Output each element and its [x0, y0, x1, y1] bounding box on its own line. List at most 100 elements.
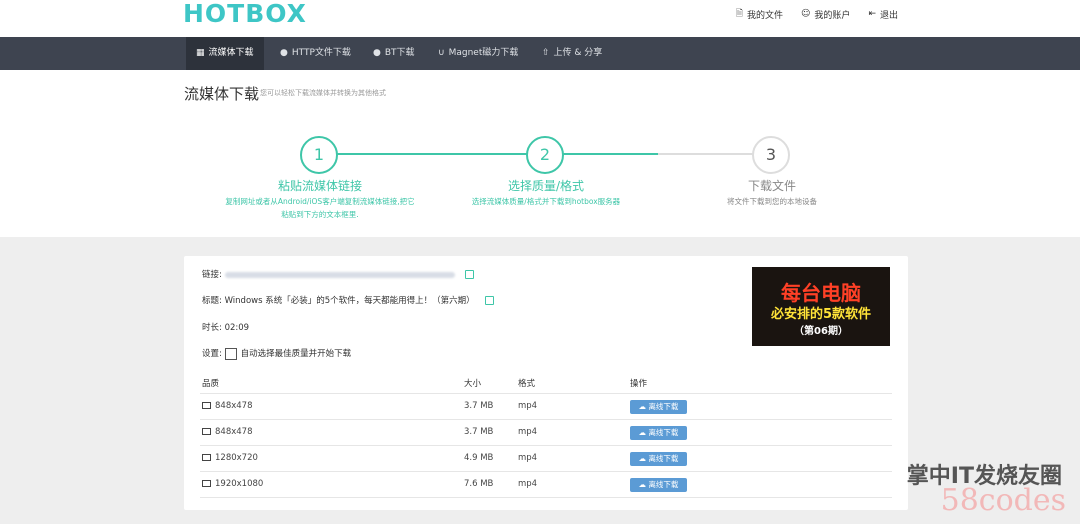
main-nav: ▦ 流媒体下载 ● HTTP文件下载 ● BT下载 ∪ Magnet磁力下载 ⇧… — [0, 37, 1080, 70]
duration-row: 时长: 02:09 — [202, 321, 249, 333]
divider — [200, 445, 892, 446]
user-icon: ● — [280, 48, 288, 58]
title-row: 标题: Windows 系统「必装」的5个软件，每天都能用得上！（第六期） — [202, 294, 495, 306]
thumbnail-line1: 每台电脑 — [781, 281, 861, 305]
step-1-desc: 复制网址或者从Android/iOS客户端复制流媒体链接,把它 粘贴到下方的文本… — [200, 195, 440, 221]
file-icon: 🗎 — [735, 9, 744, 19]
button-label: 离线下载 — [648, 428, 679, 437]
my-account-label: 我的账户 — [814, 10, 851, 21]
header: HOTBOX 🗎 我的文件 ☺ 我的账户 ⇤ 退出 — [0, 0, 1080, 37]
divider — [200, 471, 892, 472]
title-label: 标题: — [202, 296, 222, 306]
nav-item-label: HTTP文件下载 — [291, 48, 351, 58]
quality-value: 848x478 — [215, 427, 253, 437]
quality-value: 848x478 — [215, 401, 253, 411]
logout-link[interactable]: ⇤ 退出 — [868, 6, 898, 22]
page-title: 流媒体下载 — [184, 85, 260, 103]
users-icon: ● — [373, 48, 381, 58]
duration-label: 时长: — [202, 323, 222, 333]
step-3-title: 下载文件 — [747, 179, 796, 193]
nav-item-http[interactable]: ● HTTP文件下载 — [270, 37, 361, 70]
size-cell: 3.7 MB — [464, 401, 494, 411]
step-1-title: 粘贴流媒体链接 — [277, 179, 362, 193]
copy-title-icon[interactable] — [485, 296, 495, 305]
format-cell: mp4 — [518, 453, 538, 463]
header-links: 🗎 我的文件 ☺ 我的账户 ⇤ 退出 — [736, 6, 898, 22]
col-format-header: 格式 — [518, 379, 536, 389]
link-label: 链接: — [202, 270, 222, 280]
nav-item-label: 上传 & 分享 — [553, 48, 603, 58]
logout-icon: ⇤ — [868, 9, 876, 19]
step-3-desc: 将文件下载到您的本地设备 — [727, 197, 817, 206]
quality-cell: 848x478 — [202, 401, 252, 411]
step-connector-2b — [658, 153, 754, 155]
nav-item-label: 流媒体下载 — [208, 48, 254, 58]
step-connector-2a — [562, 153, 658, 155]
step-1-circle: 1 — [300, 136, 338, 174]
size-cell: 4.9 MB — [464, 453, 494, 463]
format-cell: mp4 — [518, 479, 538, 489]
film-icon — [202, 402, 211, 409]
quality-cell: 1920x1080 — [202, 479, 263, 489]
offline-download-button[interactable]: ☁ 离线下载 — [630, 478, 687, 492]
auto-best-quality-label[interactable]: 自动选择最佳质量并开始下载 — [241, 349, 352, 359]
step-3-circle: 3 — [752, 136, 790, 174]
title-value: Windows 系统「必装」的5个软件，每天都能用得上！（第六期） — [224, 296, 475, 306]
magnet-icon: ∪ — [438, 48, 445, 58]
link-row: 链接: — [202, 268, 475, 280]
button-label: 离线下载 — [648, 402, 679, 411]
divider — [200, 419, 892, 420]
media-icon: ▦ — [196, 48, 205, 58]
step-2-desc: 选择流媒体质量/格式并下载到hotbox服务器 — [471, 197, 621, 206]
quality-value: 1280x720 — [215, 453, 258, 463]
format-cell: mp4 — [518, 401, 538, 411]
thumbnail-line2: 必安排的5款软件 — [770, 307, 872, 322]
my-files-link[interactable]: 🗎 我的文件 — [736, 6, 783, 22]
logout-label: 退出 — [879, 10, 898, 21]
step-1-desc-line2: 粘贴到下方的文本框里. — [281, 210, 359, 219]
my-files-label: 我的文件 — [747, 10, 784, 21]
button-label: 离线下载 — [648, 480, 679, 489]
step-2-circle: 2 — [526, 136, 564, 174]
col-size-header: 大小 — [464, 379, 482, 389]
logo[interactable]: HOTBOX — [183, 0, 307, 28]
settings-row: 设置: 自动选择最佳质量并开始下载 — [202, 347, 351, 360]
quality-value: 1920x1080 — [215, 479, 264, 489]
upload-icon: ⇧ — [542, 48, 550, 58]
size-cell: 3.7 MB — [464, 427, 494, 437]
film-icon — [202, 454, 211, 461]
film-icon — [202, 480, 211, 487]
size-cell: 7.6 MB — [464, 479, 494, 489]
nav-item-label: BT下载 — [384, 48, 415, 58]
nav-item-magnet[interactable]: ∪ Magnet磁力下载 — [428, 37, 528, 70]
offline-download-button[interactable]: ☁ 离线下载 — [630, 400, 687, 414]
col-quality-header: 品质 — [202, 379, 220, 389]
nav-item-label: Magnet磁力下载 — [448, 48, 519, 58]
video-thumbnail: 每台电脑 必安排的5款软件 （第06期） — [752, 267, 890, 346]
thumbnail-line3: （第06期） — [794, 326, 848, 337]
divider — [200, 497, 892, 498]
film-icon — [202, 428, 211, 435]
nav-item-streaming[interactable]: ▦ 流媒体下载 — [186, 37, 264, 70]
my-account-link[interactable]: ☺ 我的账户 — [801, 6, 850, 22]
quality-cell: 848x478 — [202, 427, 252, 437]
offline-download-button[interactable]: ☁ 离线下载 — [630, 452, 687, 466]
step-connector-1 — [336, 153, 528, 155]
auto-best-quality-checkbox[interactable] — [224, 347, 237, 360]
offline-download-button[interactable]: ☁ 离线下载 — [630, 426, 687, 440]
nav-item-upload[interactable]: ⇧ 上传 & 分享 — [532, 37, 612, 70]
page-subtitle: 您可以轻松下载流媒体并转换为其他格式 — [260, 89, 386, 97]
quality-cell: 1280x720 — [202, 453, 258, 463]
link-value-blurred[interactable] — [224, 271, 455, 278]
nav-item-bt[interactable]: ● BT下载 — [363, 37, 425, 70]
user-icon: ☺ — [801, 9, 811, 19]
settings-label: 设置: — [202, 349, 222, 359]
duration-value: 02:09 — [224, 323, 250, 333]
format-cell: mp4 — [518, 427, 538, 437]
watermark-logo: 58codes — [940, 483, 1066, 518]
copy-link-icon[interactable] — [465, 270, 475, 279]
divider — [200, 393, 892, 394]
step-2-title: 选择质量/格式 — [507, 179, 585, 193]
step-1-desc-line1: 复制网址或者从Android/iOS客户端复制流媒体链接,把它 — [225, 197, 415, 206]
button-label: 离线下载 — [648, 454, 679, 463]
